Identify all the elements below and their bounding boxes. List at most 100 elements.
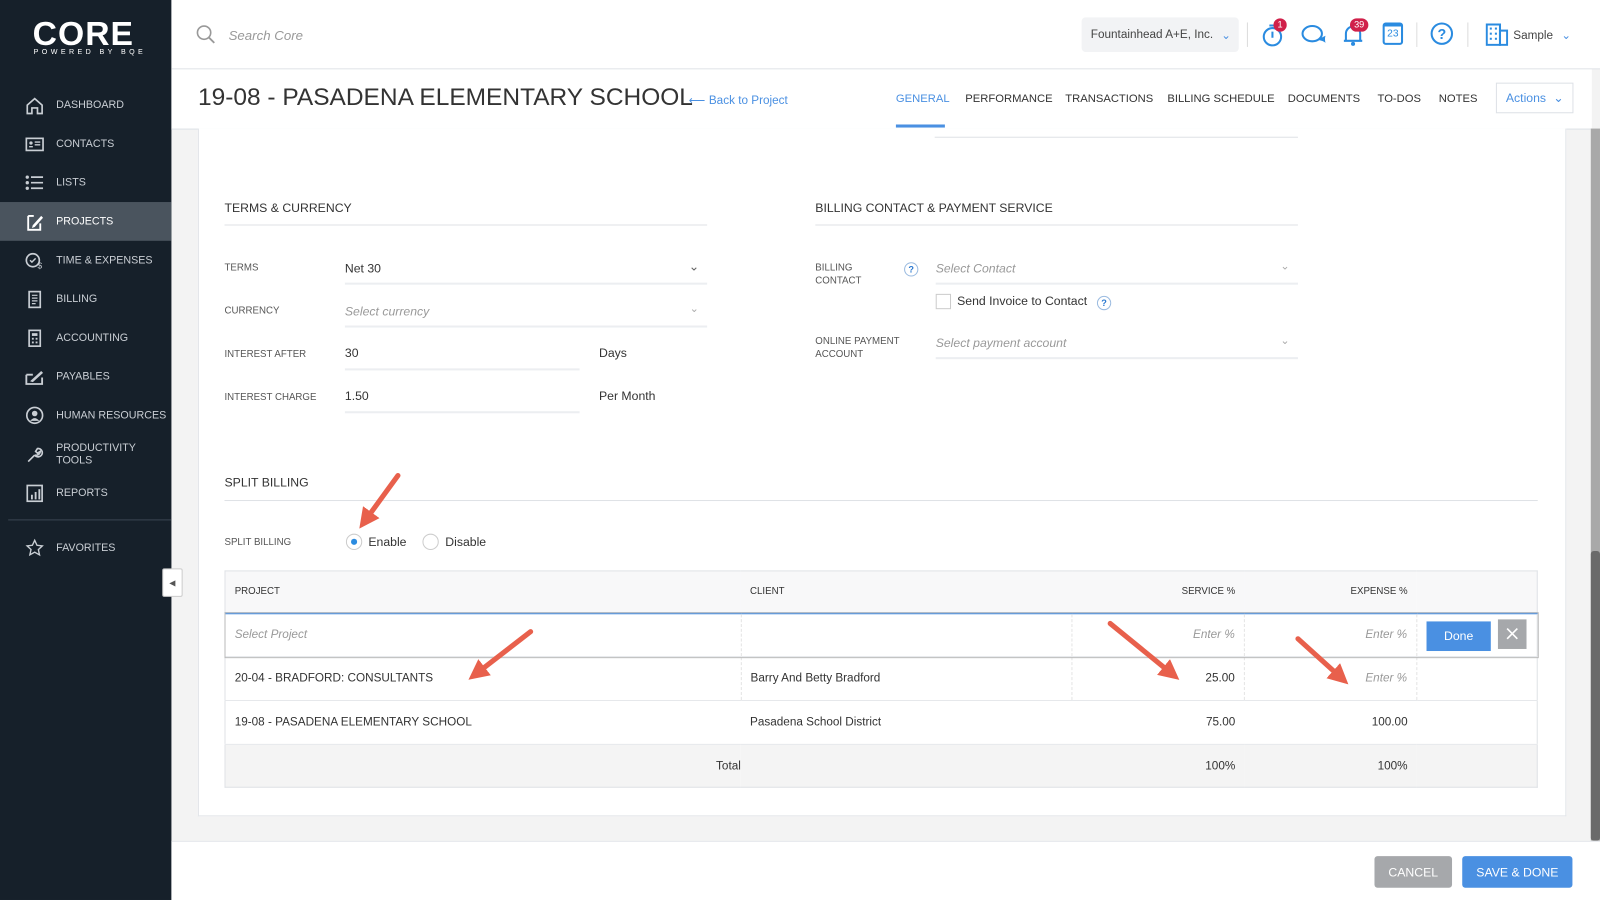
tab-documents[interactable]: DOCUMENTS xyxy=(1288,93,1360,105)
svg-text:$: $ xyxy=(37,260,42,270)
disable-label: Disable xyxy=(445,534,487,549)
person-icon xyxy=(24,406,44,424)
scrollbar-thumb[interactable] xyxy=(1590,551,1600,841)
sidebar-item-time-expenses[interactable]: $ TIME & EXPENSES xyxy=(0,241,171,280)
client-cell xyxy=(740,612,1073,658)
tab-general[interactable]: GENERAL xyxy=(896,93,950,105)
total-service: 100% xyxy=(1072,744,1245,788)
terms-value: Net 30 xyxy=(344,261,381,276)
column-header-service: SERVICE % xyxy=(1072,570,1245,614)
project-select[interactable]: Select Project xyxy=(224,612,742,658)
sidebar-item-reports[interactable]: REPORTS xyxy=(0,473,171,512)
label-line: ACCOUNT xyxy=(815,348,864,361)
clipboard-edit-icon xyxy=(24,212,44,231)
interest-charge-input[interactable]: 1.50 xyxy=(345,389,580,411)
help-icon[interactable]: ? xyxy=(1096,295,1112,311)
split-billing-table: PROJECT CLIENT SERVICE % EXPENSE % Selec… xyxy=(223,570,1539,788)
sidebar-item-label: HUMAN RESOURCES xyxy=(56,409,167,422)
user-menu[interactable]: Sample ⌄ xyxy=(1513,28,1571,42)
table-row[interactable]: 19-08 - PASADENA ELEMENTARY SCHOOL Pasad… xyxy=(224,700,1538,745)
total-row: Total 100% 100% xyxy=(224,744,1538,788)
sidebar-divider xyxy=(8,519,172,521)
radio-dot xyxy=(351,538,358,545)
company-selector[interactable]: Fountainhead A+E, Inc. ⌄ xyxy=(1081,17,1239,53)
expense-cell: 100.00 xyxy=(1244,700,1417,745)
enable-radio[interactable] xyxy=(345,533,363,550)
home-icon xyxy=(24,96,44,114)
calendar-icon[interactable]: 23 xyxy=(1382,22,1404,45)
sidebar-item-productivity-tools[interactable]: PRODUCTIVITY TOOLS xyxy=(0,435,171,474)
sidebar-item-projects[interactable]: PROJECTS xyxy=(0,202,172,241)
top-bar: Search Core Fountainhead A+E, Inc. ⌄ 1 39… xyxy=(171,0,1600,70)
list-icon xyxy=(24,173,44,191)
caret-left-icon: ◀ xyxy=(169,578,176,588)
interest-after-input[interactable]: 30 xyxy=(345,346,580,368)
help-icon[interactable]: ? xyxy=(1430,22,1454,45)
send-invoice-label: Send Invoice to Contact xyxy=(957,293,1088,309)
column-header-client: CLIENT xyxy=(740,570,1073,614)
terms-label: TERMS xyxy=(224,262,259,274)
sidebar-item-lists[interactable]: LISTS xyxy=(0,163,171,202)
actions-label: Actions xyxy=(1505,90,1547,106)
split-billing-label: SPLIT BILLING xyxy=(224,536,292,548)
actions-button[interactable]: Actions ⌄ xyxy=(1495,82,1574,114)
project-cell: 20-04 - BRADFORD: CONSULTANTS xyxy=(224,656,742,702)
expense-percent-input[interactable]: Enter % xyxy=(1244,612,1418,658)
sidebar-item-billing[interactable]: BILLING xyxy=(0,280,171,319)
invoice-icon xyxy=(24,290,44,308)
billing-contact-label: BILLING CONTACT xyxy=(815,261,861,288)
cancel-button[interactable]: CANCEL xyxy=(1374,856,1453,888)
tab-to-dos[interactable]: TO-DOS xyxy=(1378,93,1421,105)
collapse-sidebar-button[interactable]: ◀ xyxy=(162,568,183,597)
chevron-down-icon: ⌄ xyxy=(688,259,699,274)
clock-money-icon: $ xyxy=(24,251,44,270)
divider xyxy=(1246,22,1248,47)
done-button[interactable]: Done xyxy=(1426,621,1491,651)
expense-placeholder: Enter % xyxy=(1365,628,1408,642)
calendar-day: 23 xyxy=(1387,28,1399,40)
save-and-done-button[interactable]: SAVE & DONE xyxy=(1462,856,1573,888)
divider xyxy=(1416,22,1418,47)
search-input[interactable]: Search Core xyxy=(229,28,303,43)
table-header: PROJECT CLIENT SERVICE % EXPENSE % xyxy=(224,570,1538,614)
close-icon[interactable] xyxy=(1497,619,1527,649)
sidebar-item-dashboard[interactable]: DASHBOARD xyxy=(0,86,171,125)
sidebar-item-accounting[interactable]: ACCOUNTING xyxy=(0,318,171,357)
chat-icon[interactable] xyxy=(1301,24,1328,50)
sidebar-item-contacts[interactable]: CONTACTS xyxy=(0,124,171,163)
field-underline xyxy=(935,282,1298,285)
arrow-left-icon: ⟵ xyxy=(688,94,709,108)
sidebar-item-human-resources[interactable]: HUMAN RESOURCES xyxy=(0,396,171,435)
chevron-down-icon: ⌄ xyxy=(1561,29,1572,42)
service-cell[interactable]: 25.00 xyxy=(1072,656,1245,702)
expense-cell[interactable]: Enter % xyxy=(1244,656,1418,702)
table-row[interactable]: 20-04 - BRADFORD: CONSULTANTS Barry And … xyxy=(224,656,1538,702)
send-invoice-checkbox[interactable] xyxy=(935,293,952,310)
core-logo[interactable]: CORE xyxy=(33,14,134,53)
back-to-project-link[interactable]: ⟵ Back to Project xyxy=(689,93,788,107)
sidebar-item-label: FAVORITES xyxy=(56,541,116,555)
tab-billing-schedule[interactable]: BILLING SCHEDULE xyxy=(1167,93,1274,105)
sidebar-item-payables[interactable]: PAYABLES xyxy=(0,357,171,396)
sidebar: CORE POWERED BY BQE DASHBOARD CONTACTS LIS… xyxy=(0,0,172,900)
interest-after-label: INTEREST AFTER xyxy=(224,348,307,361)
section-divider xyxy=(815,224,1298,226)
client-cell: Pasadena School District xyxy=(740,700,1073,745)
company-name: Fountainhead A+E, Inc. xyxy=(1090,28,1214,41)
total-actions xyxy=(1416,744,1538,788)
tab-notes[interactable]: NOTES xyxy=(1439,93,1478,105)
currency-select[interactable]: Select currency ⌄ xyxy=(345,302,707,328)
payment-account-select[interactable]: Select payment account ⌄ xyxy=(936,334,1298,360)
row-actions xyxy=(1416,700,1538,745)
search-icon[interactable] xyxy=(196,24,216,50)
service-percent-input[interactable]: Enter % xyxy=(1072,612,1245,658)
total-label: Total xyxy=(224,744,741,788)
help-icon[interactable]: ? xyxy=(904,262,919,277)
disable-radio[interactable] xyxy=(422,533,440,550)
tab-transactions[interactable]: TRANSACTIONS xyxy=(1065,93,1153,105)
billing-contact-select[interactable]: Select Contact ⌄ xyxy=(936,259,1298,285)
sidebar-item-favorites[interactable]: FAVORITES xyxy=(0,529,171,568)
tab-performance[interactable]: PERFORMANCE xyxy=(965,93,1052,105)
section-title-split-billing: SPLIT BILLING xyxy=(224,475,309,490)
terms-select[interactable]: Net 30 ⌄ xyxy=(345,259,707,285)
